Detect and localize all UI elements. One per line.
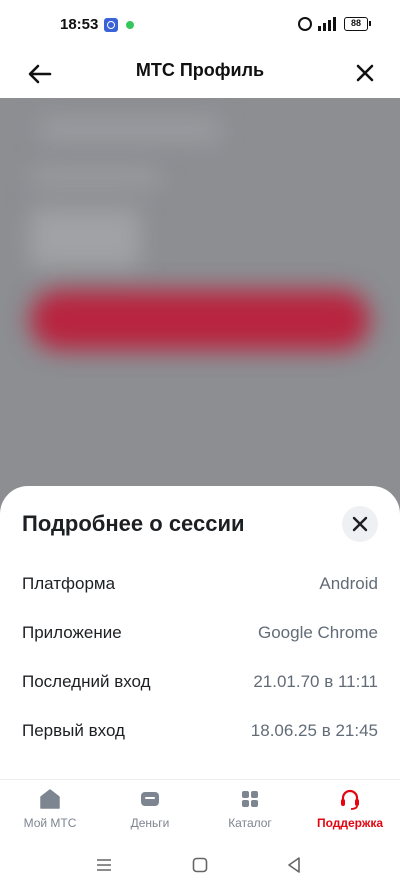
app-notification-icon — [104, 18, 118, 32]
row-label: Последний вход — [22, 672, 151, 691]
back-triangle-icon[interactable] — [284, 855, 304, 875]
grid-icon — [239, 788, 261, 810]
signal-icon — [318, 17, 338, 31]
menu-icon[interactable] — [94, 855, 114, 875]
sheet-title: Подробнее о сессии — [22, 511, 245, 536]
nav-item-money[interactable]: Деньги — [100, 780, 200, 844]
system-navigation — [0, 843, 400, 889]
status-time: 18:53 — [60, 16, 99, 33]
page-title: МТС Профиль — [135, 60, 265, 80]
headset-icon — [339, 788, 361, 810]
row-label: Платформа — [22, 574, 116, 593]
nav-label: Каталог — [228, 816, 272, 830]
alarm-icon — [298, 17, 312, 31]
row-value: Android — [319, 574, 378, 593]
row-label: Первый вход — [22, 721, 125, 740]
nav-label: Поддержка — [316, 816, 384, 830]
row-value: 21.01.70 в 11:11 — [253, 672, 378, 691]
battery-icon: 88 — [344, 17, 371, 31]
close-icon[interactable] — [352, 60, 378, 86]
info-row-last-login: Последний вход 21.01.70 в 11:11 — [22, 657, 378, 706]
nav-item-my-mts[interactable]: Мой МТС — [0, 780, 100, 844]
dot-notification-icon — [126, 21, 134, 29]
session-details-sheet: Подробнее о сессии Платформа Android При… — [0, 486, 400, 789]
info-row-first-login: Первый вход 18.06.25 в 21:45 — [22, 706, 378, 755]
wallet-icon — [139, 788, 161, 810]
status-bar: 18:53 88 — [0, 0, 400, 50]
row-label: Приложение — [22, 623, 122, 642]
info-row-application: Приложение Google Chrome — [22, 608, 378, 657]
top-app-bar: МТС Профиль — [0, 50, 400, 98]
row-value: 18.06.25 в 21:45 — [250, 721, 378, 740]
bottom-navigation: Мой МТС Деньги Каталог Поддержка — [0, 779, 400, 843]
home-icon — [39, 788, 61, 810]
row-value: Google Chrome — [257, 623, 378, 642]
nav-item-catalog[interactable]: Каталог — [200, 780, 300, 844]
home-square-icon[interactable] — [190, 855, 210, 875]
blurred-background — [0, 98, 400, 518]
info-row-platform: Платформа Android — [22, 559, 378, 608]
nav-label: Деньги — [130, 816, 170, 830]
close-icon[interactable] — [342, 506, 378, 542]
nav-label: Мой МТС — [23, 816, 77, 830]
nav-item-support[interactable]: Поддержка — [300, 780, 400, 844]
session-info-list: Платформа Android Приложение Google Chro… — [22, 559, 378, 755]
